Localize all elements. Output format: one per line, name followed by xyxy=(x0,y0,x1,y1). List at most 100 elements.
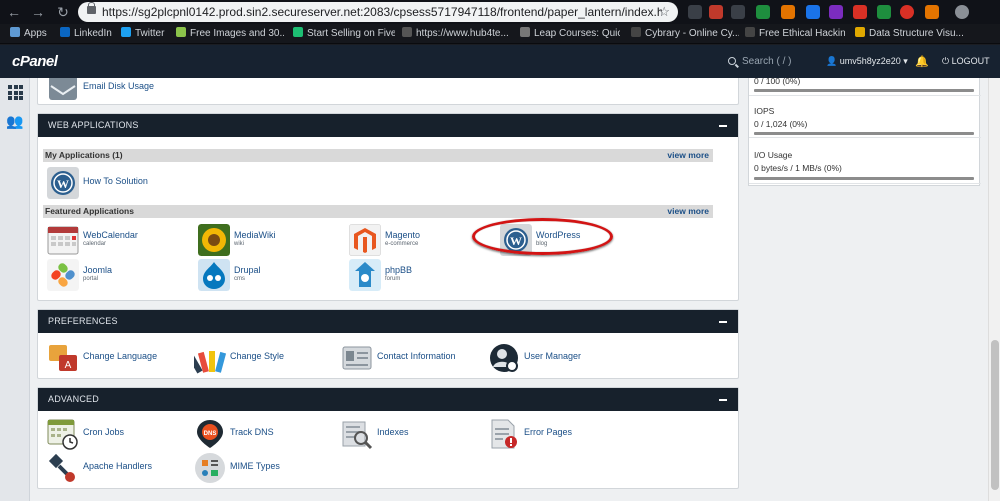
cron-calendar-icon xyxy=(47,419,78,450)
item-label[interactable]: Indexes xyxy=(377,427,409,437)
app-label[interactable]: WebCalendar xyxy=(83,230,138,240)
address-bar[interactable]: https://sg2plcpnl0142.prod.sin2.securese… xyxy=(78,2,678,22)
error-page-icon xyxy=(491,419,517,449)
stat-progress-bar xyxy=(754,177,974,180)
my-applications-bar: My Applications (1) view more xyxy=(43,149,713,162)
app-label[interactable]: phpBB xyxy=(385,265,412,275)
cpanel-logo[interactable]: cPanel xyxy=(12,53,58,70)
stat-title: IOPS xyxy=(754,106,775,116)
cpanel-header: cPanel Search ( / ) 👤 umv5h8yz2e20 ▾ 🔔 ⏻… xyxy=(0,45,1000,78)
bookmark-free-images[interactable]: Free Images and 30... xyxy=(176,27,284,41)
bookmark-icon xyxy=(745,27,755,37)
wordpress-icon: W xyxy=(47,167,79,199)
avatar[interactable] xyxy=(955,5,969,19)
stat-row-iops: IOPS 0 / 1,024 (0%) xyxy=(749,96,981,138)
bookmark-ethical-hacking[interactable]: Free Ethical Hacking... xyxy=(745,27,845,41)
app-label[interactable]: How To Solution xyxy=(83,176,148,186)
forward-icon[interactable]: → xyxy=(30,4,46,20)
panel-header[interactable]: WEB APPLICATIONS xyxy=(38,114,738,137)
twitter-icon xyxy=(121,27,131,37)
svg-text:A: A xyxy=(65,360,72,371)
stat-progress-bar xyxy=(754,89,974,92)
home-grid-icon[interactable] xyxy=(8,85,23,100)
apps-icon xyxy=(10,27,20,37)
view-more-link[interactable]: view more xyxy=(667,149,709,162)
panel-header[interactable]: ADVANCED xyxy=(38,388,738,411)
back-icon[interactable]: ← xyxy=(6,4,22,20)
web-applications-panel: WEB APPLICATIONS My Applications (1) vie… xyxy=(37,113,739,301)
panel-header[interactable]: PREFERENCES xyxy=(38,310,738,333)
item-label[interactable]: Cron Jobs xyxy=(83,427,124,437)
user-menu[interactable]: 👤 umv5h8yz2e20 ▾ xyxy=(826,56,908,67)
app-category: cms xyxy=(234,276,245,282)
contact-card-icon xyxy=(342,346,372,370)
browser-toolbar: ← → ↻ https://sg2plcpnl0142.prod.sin2.se… xyxy=(0,0,1000,24)
item-label[interactable]: Contact Information xyxy=(377,351,456,361)
extension-icon[interactable] xyxy=(925,5,939,19)
left-sidebar: 👥 xyxy=(0,78,30,501)
extension-icon[interactable] xyxy=(709,5,723,19)
email-disk-usage-icon xyxy=(49,78,77,100)
fiverr-icon xyxy=(293,27,303,37)
logout-button[interactable]: ⏻ LOGOUT xyxy=(942,56,990,67)
app-category: wiki xyxy=(234,241,244,247)
app-label[interactable]: Magento xyxy=(385,230,420,240)
color-swatch-icon xyxy=(194,351,226,374)
stat-value: 0 / 100 (0%) xyxy=(754,78,801,86)
bookmark-apps[interactable]: Apps xyxy=(10,27,50,41)
item-label[interactable]: MIME Types xyxy=(230,461,280,471)
collapse-icon[interactable] xyxy=(719,399,727,401)
bookmark-leap-courses[interactable]: Leap Courses: Quic... xyxy=(520,27,620,41)
lock-icon xyxy=(87,2,96,14)
collapse-icon[interactable] xyxy=(719,125,727,127)
bookmark-cybrary[interactable]: Cybrary - Online Cy... xyxy=(631,27,739,41)
user-manager-icon xyxy=(490,344,518,372)
app-label[interactable]: Drupal xyxy=(234,265,261,275)
page-scrollbar[interactable] xyxy=(988,78,1000,501)
reload-icon[interactable]: ↻ xyxy=(55,4,71,20)
bookmark-linkedin[interactable]: LinkedIn xyxy=(60,27,116,41)
item-label[interactable]: Apache Handlers xyxy=(83,461,152,471)
linkedin-icon xyxy=(60,27,70,37)
search-input[interactable]: Search ( / ) xyxy=(728,56,791,67)
url-text[interactable]: https://sg2plcpnl0142.prod.sin2.securese… xyxy=(102,5,662,19)
app-label[interactable]: MediaWiki xyxy=(234,230,276,240)
search-icon xyxy=(728,57,736,65)
mime-types-icon xyxy=(195,453,225,483)
item-label[interactable]: User Manager xyxy=(524,351,581,361)
email-disk-usage-label[interactable]: Email Disk Usage xyxy=(83,81,154,91)
language-icon: A xyxy=(49,345,77,371)
item-label[interactable]: Track DNS xyxy=(230,427,274,437)
extension-icon[interactable] xyxy=(853,5,867,19)
app-category: portal xyxy=(83,276,99,282)
extension-icon[interactable] xyxy=(731,5,745,19)
extension-icon[interactable] xyxy=(756,5,770,19)
app-category: e-commerce xyxy=(385,241,419,247)
users-icon[interactable]: 👥 xyxy=(6,113,23,130)
extension-icon[interactable] xyxy=(781,5,795,19)
extension-icon[interactable] xyxy=(829,5,843,19)
bookmark-icon xyxy=(176,27,186,37)
bookmark-icon xyxy=(520,27,530,37)
magento-icon xyxy=(349,224,381,256)
collapse-icon[interactable] xyxy=(719,321,727,323)
bookmark-icon xyxy=(855,27,865,37)
pinterest-icon[interactable] xyxy=(900,5,914,19)
item-label[interactable]: Error Pages xyxy=(524,427,572,437)
scrollbar-thumb[interactable] xyxy=(991,340,999,490)
app-label[interactable]: Joomla xyxy=(83,265,112,275)
bookmark-data-structure[interactable]: Data Structure Visu... xyxy=(855,27,995,41)
view-more-link[interactable]: view more xyxy=(667,205,709,218)
extension-icon[interactable] xyxy=(806,5,820,19)
item-label[interactable]: Change Style xyxy=(230,351,284,361)
bookmark-fiverr[interactable]: Start Selling on Fiverr xyxy=(293,27,395,41)
bookmark-star-icon[interactable]: ☆ xyxy=(658,4,670,20)
bell-icon[interactable]: 🔔 xyxy=(915,55,929,68)
extension-icon[interactable] xyxy=(688,5,702,19)
main-content: Email Disk Usage WEB APPLICATIONS My App… xyxy=(30,78,988,501)
stat-row: 0 / 100 (0%) xyxy=(749,78,981,96)
extension-icon[interactable] xyxy=(877,5,891,19)
item-label[interactable]: Change Language xyxy=(83,351,157,361)
bookmark-twitter[interactable]: Twitter xyxy=(121,27,171,41)
bookmark-hub4tech[interactable]: https://www.hub4te... xyxy=(402,27,512,41)
